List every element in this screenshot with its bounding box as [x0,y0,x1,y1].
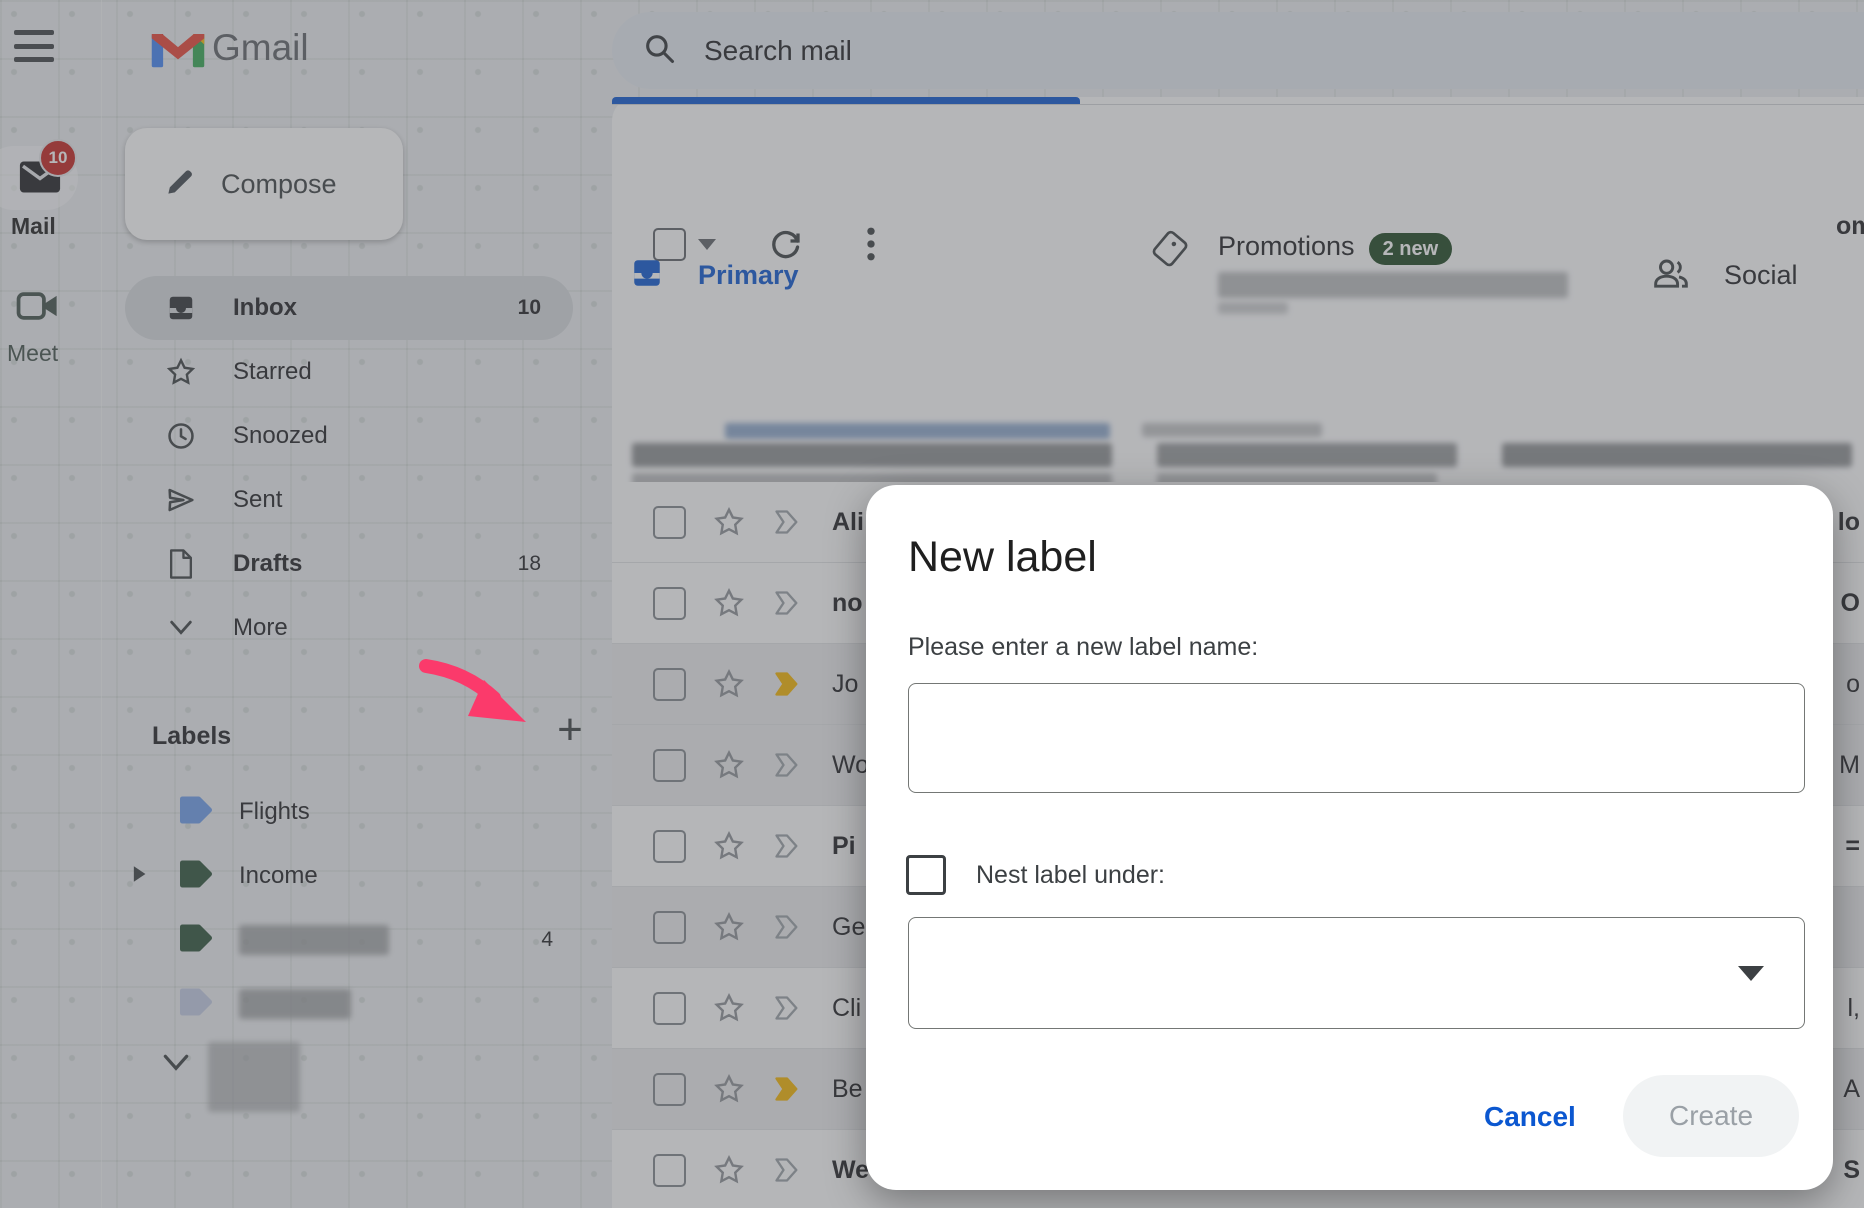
gmail-window: 10 Mail Meet Gmail Compose Inbox10Starre… [0,0,1864,1208]
label-name-prompt: Please enter a new label name: [908,633,1258,662]
cancel-button[interactable]: Cancel [1474,1091,1586,1143]
nest-label-text: Nest label under: [976,861,1165,890]
parent-label-select[interactable] [908,917,1805,1029]
dropdown-caret-icon [1738,966,1764,981]
new-label-dialog: New label Please enter a new label name:… [866,485,1833,1190]
label-name-input[interactable] [908,683,1805,793]
dialog-title: New label [908,533,1097,582]
create-button[interactable]: Create [1623,1075,1799,1157]
nest-label-checkbox[interactable] [906,855,946,895]
annotation-arrow-icon [418,658,538,743]
